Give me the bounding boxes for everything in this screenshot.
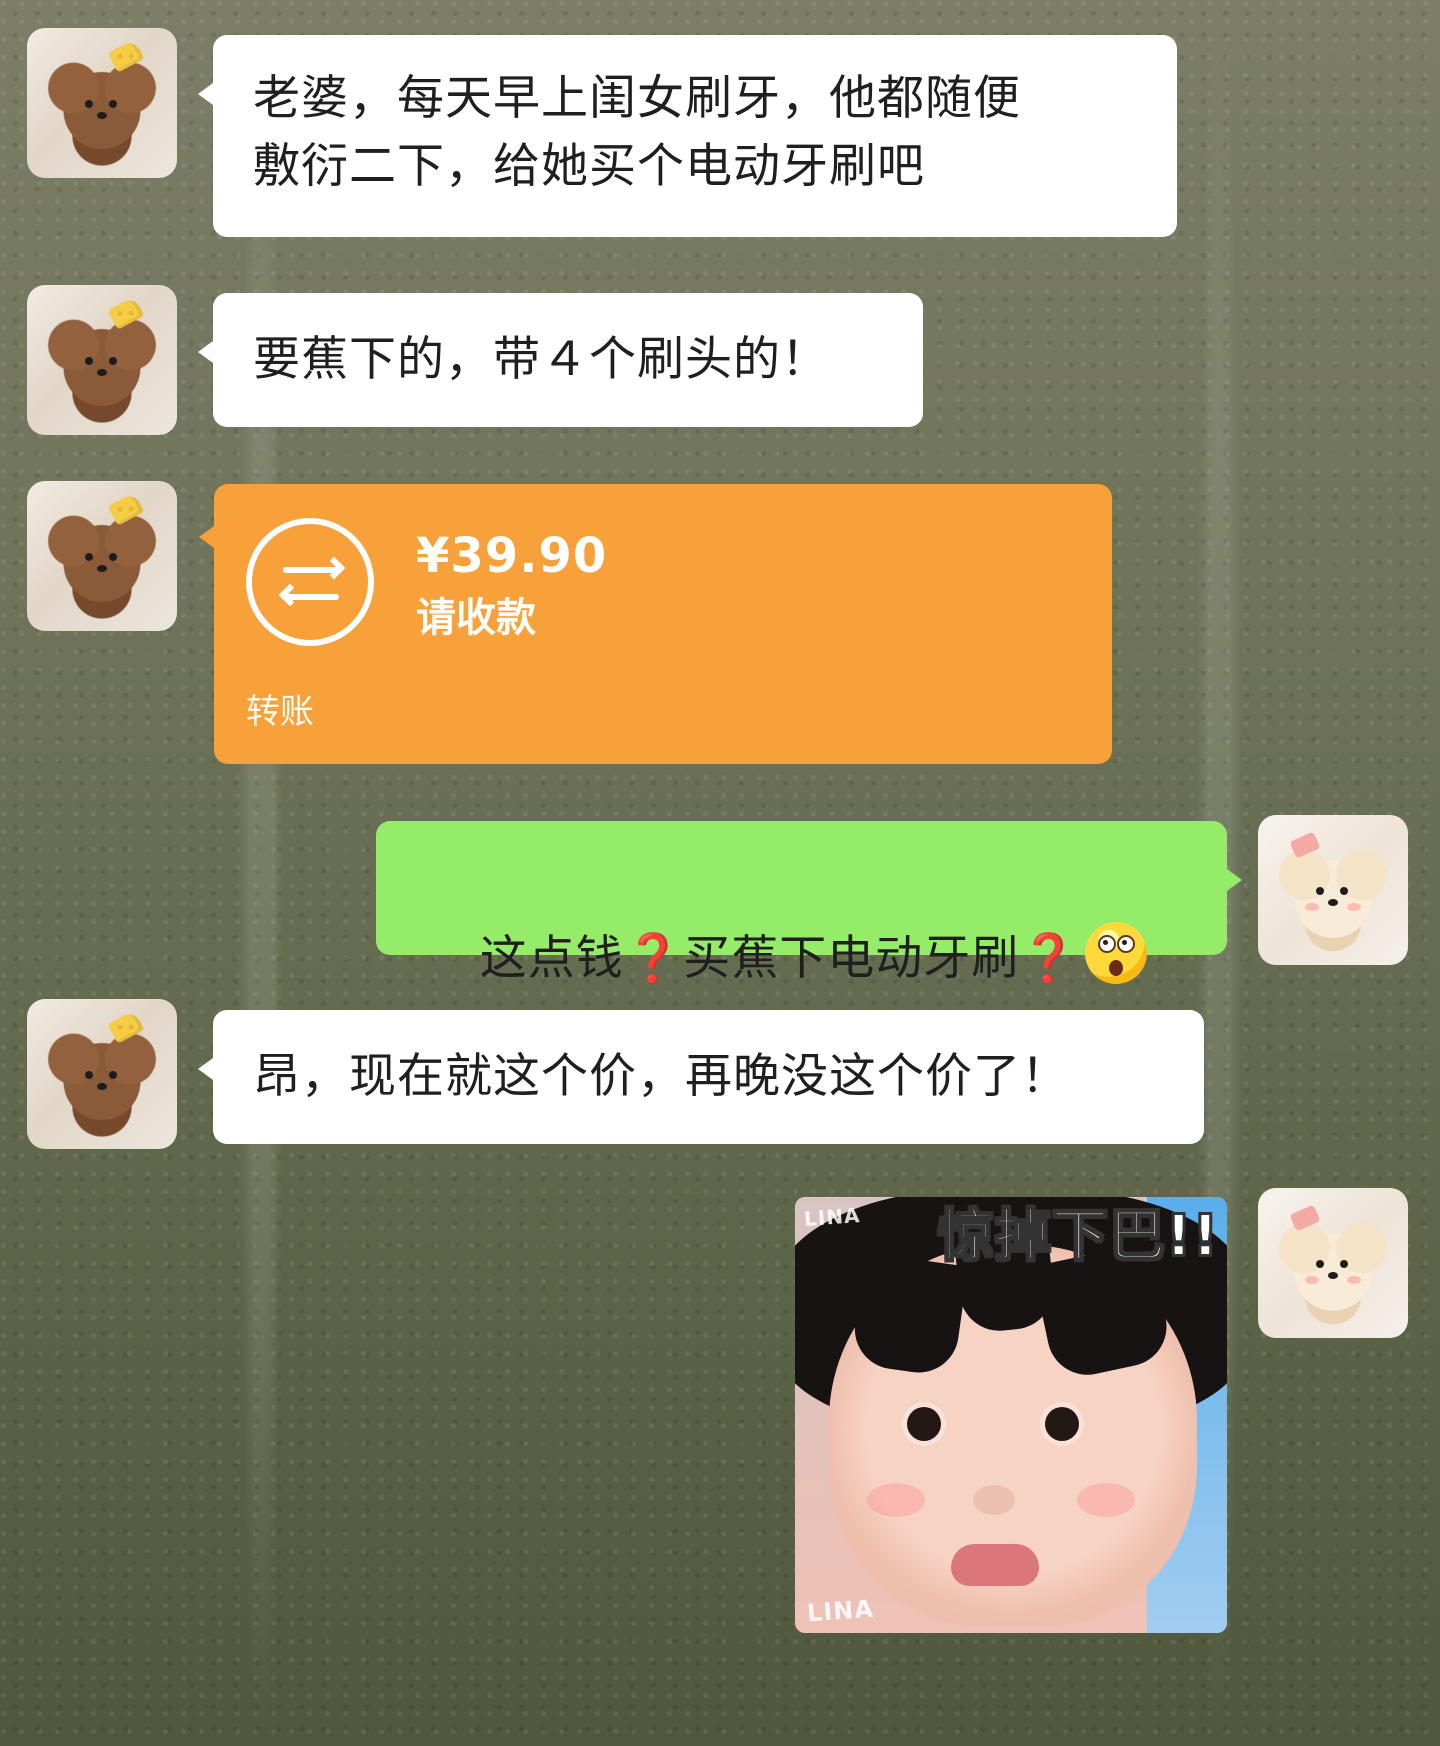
avatar-blush: [1347, 903, 1361, 911]
avatar-nose: [97, 112, 107, 119]
transfer-amount: ¥39.90: [416, 528, 608, 584]
message-bubble: 要蕉下的，带４个刷头的！: [198, 293, 923, 427]
transfer-arrow-head: [322, 556, 346, 580]
sticker-mouth: [951, 1544, 1039, 1586]
emoji-pupil: [1121, 940, 1127, 945]
cheese-icon: [107, 492, 145, 526]
sticker-nose: [973, 1485, 1015, 1515]
avatar-nose: [1328, 899, 1338, 906]
avatar-blush: [1305, 903, 1319, 911]
sticker-watermark-bottom: LINA: [806, 1594, 875, 1628]
avatar-eye: [1316, 1260, 1324, 1268]
avatar-eye: [1340, 887, 1348, 895]
avatar: [27, 999, 177, 1149]
sticker-caption: 惊掉下巴!!: [937, 1204, 1219, 1270]
transfer-status: 请收款: [416, 595, 536, 641]
transfer-card[interactable]: ¥39.90 请收款 转账: [199, 484, 1112, 764]
question-mark-icon: ❓: [623, 931, 684, 986]
avatar-blush: [1347, 1276, 1361, 1284]
avatar-eye: [85, 553, 93, 561]
transfer-arrows-icon: [246, 518, 374, 646]
avatar: [27, 285, 177, 435]
bow-icon: [1289, 1204, 1321, 1232]
cheese-icon: [107, 1010, 145, 1044]
avatar-nose: [97, 1083, 107, 1090]
avatar-eye: [85, 100, 93, 108]
background-streak-left: [238, 0, 284, 1746]
sticker-cheek: [867, 1483, 925, 1517]
avatar-eye: [85, 1071, 93, 1079]
sticker-image[interactable]: 惊掉下巴!! LINA LINA: [795, 1197, 1227, 1633]
sticker-watermark-top: LINA: [803, 1203, 862, 1231]
surprised-emoji: [1084, 922, 1147, 984]
message-bubble: 这点钱❓买蕉下电动牙刷❓: [376, 821, 1242, 986]
cheese-icon: [107, 296, 145, 330]
question-mark-icon: ❓: [1019, 931, 1079, 986]
avatar-nose: [1328, 1272, 1338, 1279]
message-text: 要蕉下的，带４个刷头的！: [253, 332, 829, 387]
avatar-nose: [97, 565, 107, 572]
message-bubble: 昂，现在就这个价，再晚没这个价了！: [198, 1010, 1204, 1144]
avatar: [27, 28, 177, 178]
avatar: [27, 481, 177, 631]
sticker-eye: [907, 1407, 941, 1441]
cheese-icon: [107, 39, 145, 73]
emoji-mouth: [1108, 960, 1123, 976]
avatar-eye: [1316, 887, 1324, 895]
avatar-nose: [97, 369, 107, 376]
bow-icon: [1289, 831, 1321, 859]
message-text: 老婆，每天早上闺女刷牙，他都随便 敷衍二下，给她买个电动牙刷吧: [253, 71, 1021, 194]
avatar-eye: [109, 357, 117, 365]
avatar-eye: [1340, 1260, 1348, 1268]
avatar: [1258, 1188, 1408, 1338]
message-part: 这点钱: [479, 931, 624, 986]
transfer-type: 转账: [246, 692, 314, 732]
message-text: 昂，现在就这个价，再晚没这个价了！: [253, 1049, 1069, 1104]
avatar-eye: [85, 357, 93, 365]
sticker-cheek: [1077, 1483, 1135, 1517]
sticker-eye: [1045, 1407, 1079, 1441]
transfer-arrow-head: [278, 583, 302, 607]
avatar-eye: [109, 1071, 117, 1079]
avatar-eye: [109, 553, 117, 561]
emoji-pupil: [1102, 940, 1108, 945]
avatar: [1258, 815, 1408, 965]
message-bubble: 老婆，每天早上闺女刷牙，他都随便 敷衍二下，给她买个电动牙刷吧: [198, 35, 1177, 237]
message-part: 买蕉下电动牙刷: [683, 931, 1020, 986]
avatar-blush: [1305, 1276, 1319, 1284]
avatar-eye: [109, 100, 117, 108]
